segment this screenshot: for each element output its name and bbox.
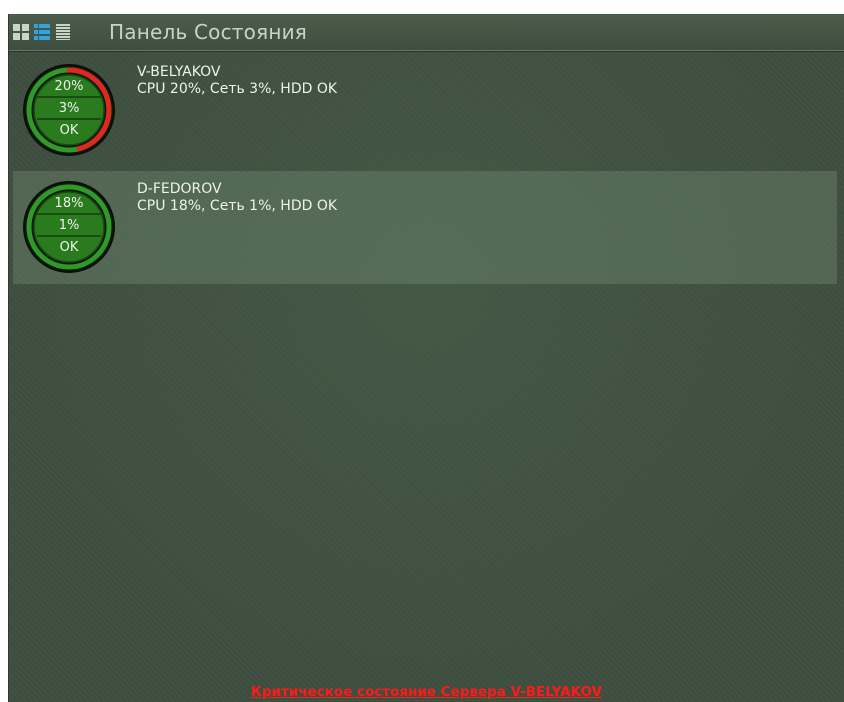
server-item-d-fedorov[interactable]: 18% 1% OK D-FEDOROV CPU 18%, Сеть 1%, HD… xyxy=(13,171,837,284)
server-gauge: 18% 1% OK xyxy=(21,179,117,275)
critical-alert-link[interactable]: Критическое состояние Сервера V-BELYAKOV xyxy=(9,682,844,702)
compact-list-icon[interactable] xyxy=(55,24,72,40)
server-name: D-FEDOROV xyxy=(137,181,222,197)
gauge-hdd-value: OK xyxy=(59,240,79,255)
gauge-cpu-value: 20% xyxy=(54,79,84,94)
server-item-v-belyakov[interactable]: 20% 3% OK V-BELYAKOV CPU 20%, Сеть 3%, H… xyxy=(13,54,837,167)
grid-view-icon[interactable] xyxy=(13,24,30,40)
server-status: CPU 18%, Сеть 1%, HDD OK xyxy=(137,198,338,214)
list-view-icon[interactable] xyxy=(34,24,51,40)
server-name: V-BELYAKOV xyxy=(137,64,221,80)
server-status: CPU 20%, Сеть 3%, HDD OK xyxy=(137,81,338,97)
gauge-net-value: 3% xyxy=(58,101,80,116)
gauge-cpu-value: 18% xyxy=(54,196,84,211)
panel-title: Панель Состояния xyxy=(109,20,308,44)
gauge-hdd-value: OK xyxy=(59,123,79,138)
panel-header: Панель Состояния xyxy=(9,14,844,51)
status-panel: Панель Состояния 20% 3% OK V-BELYAKOV CP… xyxy=(8,14,844,702)
gauge-net-value: 1% xyxy=(58,218,80,233)
server-gauge: 20% 3% OK xyxy=(21,62,117,158)
server-list: 20% 3% OK V-BELYAKOV CPU 20%, Сеть 3%, H… xyxy=(13,54,837,288)
